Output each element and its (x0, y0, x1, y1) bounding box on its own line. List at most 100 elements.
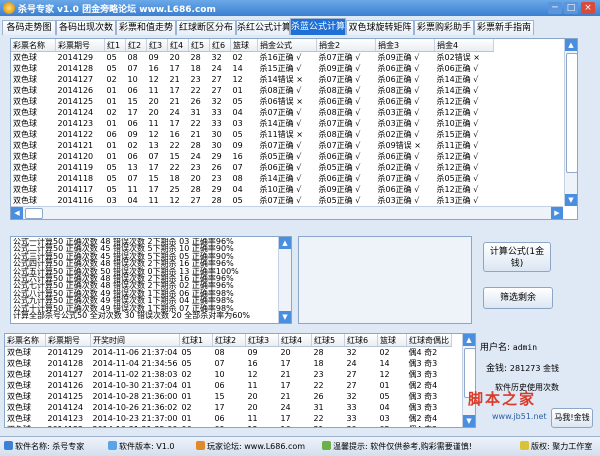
scroll-left-arrow-icon[interactable]: ◀ (11, 207, 23, 219)
history-column-header[interactable]: 篮球 (377, 334, 407, 347)
table-row[interactable]: 双色球 2014120 01 06 07 15 24 29 16 杀05正确 √ 杀06正确 √ 杀0… (11, 151, 494, 162)
tab-trend-chart[interactable]: 各码走势图 (2, 20, 56, 35)
history-row[interactable]: 双色球 2014123 2014-10-23 21:37:00 01 06 11 17 22 3… (5, 413, 451, 424)
history-row[interactable]: 双色球 2014128 2014-11-04 21:34:56 05 07 16 17 18 2… (5, 358, 451, 369)
minimize-button[interactable]: ─ (548, 2, 562, 14)
history-column-header[interactable]: 红球1 (179, 334, 213, 347)
history-scroll-down-icon[interactable]: ▼ (463, 415, 475, 427)
results-scroll-up-icon[interactable]: ▲ (279, 237, 291, 249)
history-column-header[interactable]: 彩票名称 (5, 334, 46, 347)
history-cell: 21 (280, 370, 291, 379)
table-cell: 01 (106, 152, 117, 161)
column-header[interactable]: 红3 (146, 39, 168, 52)
history-row[interactable]: 双色球 2014129 2014-11-06 21:37:04 05 08 09 20 28 3… (5, 347, 451, 359)
table-row[interactable]: 双色球 2014129 05 08 09 20 28 32 02 杀16正确 √ 杀07正确 √ 杀0… (11, 52, 494, 64)
table-row[interactable]: 双色球 2014116 03 04 11 12 27 28 05 杀07正确 √ 杀05正确 √ 杀0… (11, 195, 494, 206)
table-cell: 26 (211, 163, 222, 172)
tab-purchase-helper[interactable]: 彩票购彩助手 (414, 20, 474, 35)
table-cell: 22 (190, 86, 201, 95)
tab-sum-trend[interactable]: 彩票和值走势 (116, 20, 176, 35)
table-row[interactable]: 双色球 2014124 02 17 20 24 31 33 04 杀07正确 √ 杀08正确 √ 杀0… (11, 107, 494, 118)
tab-kill-red[interactable]: 杀红公式计算 (236, 20, 290, 35)
column-header[interactable]: 捐金3 (375, 39, 435, 52)
scroll-down-arrow-icon[interactable]: ▼ (565, 194, 577, 206)
recharge-button[interactable]: 马我!金钱 (551, 408, 593, 428)
table-row[interactable]: 双色球 2014126 01 06 11 17 22 27 01 杀08正确 √ 杀08正确 √ 杀0… (11, 85, 494, 96)
copyright-icon (520, 441, 529, 450)
table-cell: 杀05正确 √ (318, 163, 361, 172)
column-header[interactable]: 红1 (104, 39, 126, 52)
results-text-area[interactable]: 公式一计算50 正确次数 48 错误次数 2下期杀 03 正确率96% 公式二计算… (10, 236, 292, 324)
calculate-formula-button[interactable]: 计算公式(1金钱) (483, 242, 551, 272)
tab-occurrence-count[interactable]: 各码出现次数 (56, 20, 116, 35)
filter-remaining-button[interactable]: 筛选剩余 (483, 287, 553, 309)
table-cell: 09 (232, 141, 243, 150)
column-header[interactable]: 红6 (209, 39, 231, 52)
history-column-header[interactable]: 开奖时间 (90, 334, 180, 347)
history-column-header[interactable]: 彩票期号 (45, 334, 91, 347)
column-header[interactable]: 捐金2 (316, 39, 376, 52)
column-header[interactable]: 红5 (188, 39, 210, 52)
maximize-button[interactable]: □ (564, 2, 578, 14)
table-cell: 杀12正确 √ (436, 163, 479, 172)
table-cell: 32 (211, 53, 222, 62)
close-button[interactable]: × (581, 2, 595, 14)
result-line: 计算全部杀号公式50 全对次数 30 错误次数 20 全部杀对率为60% (13, 311, 251, 320)
column-header[interactable]: 红4 (167, 39, 189, 52)
table-cell: 24 (211, 64, 222, 73)
money-value: 281273 金钱 (509, 364, 560, 373)
column-header[interactable]: 篮球 (230, 39, 258, 52)
status-bar: 软件名称: 杀号专家 软件版本: V1.0 玩家论坛: www.L686.com… (0, 436, 600, 456)
table-row[interactable]: 双色球 2014118 05 07 15 18 20 23 08 杀14正确 √ 杀06正确 √ 杀0… (11, 173, 494, 184)
history-column-header[interactable]: 红球奇偶比 (406, 334, 452, 347)
history-cell: 06 (214, 414, 225, 423)
table-row[interactable]: 双色球 2014117 05 11 17 25 28 29 04 杀10正确 √ 杀09正确 √ 杀0… (11, 184, 494, 195)
column-header[interactable]: 彩票名称 (11, 39, 56, 52)
table-cell: 杀09正确 √ (318, 185, 361, 194)
tab-bar: 各码走势图 各码出现次数 彩票和值走势 红球断区分布 杀红公式计算 杀蓝公式计算… (2, 18, 598, 36)
table-row[interactable]: 双色球 2014127 02 10 12 21 23 27 12 杀14错误 × 杀07正确 √ 杀0… (11, 74, 494, 85)
column-header[interactable]: 捐金4 (434, 39, 494, 52)
history-row[interactable]: 双色球20141222014-10-21 21:35:0006091216213… (5, 424, 451, 427)
tab-red-zone[interactable]: 红球断区分布 (176, 20, 236, 35)
history-cell: 偶2 奇4 (408, 381, 438, 390)
history-cell: 05 (181, 348, 192, 357)
history-cell: 偶4 奇2 (406, 424, 451, 427)
tab-rotation-matrix[interactable]: 双色球旋转矩阵 (346, 20, 414, 35)
scroll-up-arrow-icon[interactable]: ▲ (565, 39, 577, 51)
table-row[interactable]: 双色球 2014128 05 07 16 17 18 24 14 杀15正确 √ 杀09正确 √ 杀0… (11, 63, 494, 74)
history-row[interactable]: 双色球 2014124 2014-10-26 21:36:02 02 17 20 24 31 3… (5, 402, 451, 413)
history-cell: 05 (181, 359, 192, 368)
table-row[interactable]: 双色球 2014125 01 15 20 21 26 32 05 杀06错误 × 杀06正确 √ 杀0… (11, 96, 494, 107)
history-column-header[interactable]: 红球2 (212, 334, 246, 347)
history-vertical-scrollbar[interactable]: ▲ ▼ (462, 334, 475, 427)
table-cell: 杀07正确 √ (318, 75, 361, 84)
history-column-header[interactable]: 红球4 (278, 334, 312, 347)
history-row[interactable]: 双色球 2014126 2014-10-30 21:37:04 01 06 11 17 22 2… (5, 380, 451, 391)
table-row[interactable]: 双色球 2014122 06 09 12 16 21 30 05 杀11错误 × 杀08正确 √ 杀0… (11, 129, 494, 140)
history-column-header[interactable]: 红球6 (344, 334, 378, 347)
column-header[interactable]: 彩票期号 (55, 39, 105, 52)
results-vertical-scrollbar[interactable]: ▲ ▼ (278, 237, 291, 323)
history-column-header[interactable]: 红球5 (311, 334, 345, 347)
tab-kill-blue[interactable]: 杀蓝公式计算 (290, 18, 346, 35)
column-header[interactable]: 捐金公式 (257, 39, 317, 52)
table-cell: 2014120 (57, 152, 94, 161)
history-scroll-up-icon[interactable]: ▲ (463, 334, 475, 346)
history-row[interactable]: 双色球 2014125 2014-10-28 21:36:00 01 15 20 21 26 3… (5, 391, 451, 402)
history-column-header[interactable]: 红球3 (245, 334, 279, 347)
main-vertical-scrollbar[interactable]: ▲ ▼ (564, 39, 577, 206)
results-scroll-down-icon[interactable]: ▼ (279, 311, 291, 323)
main-horizontal-scrollbar[interactable]: ◀ ▶ (11, 206, 563, 219)
history-cell: 21 (311, 424, 344, 427)
table-row[interactable]: 双色球 2014119 05 13 17 22 23 26 07 杀06正确 √ 杀05正确 √ 杀0… (11, 162, 494, 173)
history-row[interactable]: 双色球 2014127 2014-11-02 21:38:03 02 10 12 21 23 2… (5, 369, 451, 380)
scroll-right-arrow-icon[interactable]: ▶ (551, 207, 563, 219)
column-header[interactable]: 红2 (125, 39, 147, 52)
table-cell: 20 (190, 174, 201, 183)
hscroll-thumb[interactable] (25, 208, 43, 219)
table-row[interactable]: 双色球 2014121 01 02 13 22 28 30 09 杀07正确 √ 杀07正确 √ 杀0… (11, 140, 494, 151)
scroll-thumb[interactable] (566, 53, 577, 173)
tab-beginner-guide[interactable]: 彩票新手指南 (474, 20, 534, 35)
table-row[interactable]: 双色球 2014123 01 06 11 17 22 33 03 杀14正确 √ 杀07正确 √ 杀0… (11, 118, 494, 129)
